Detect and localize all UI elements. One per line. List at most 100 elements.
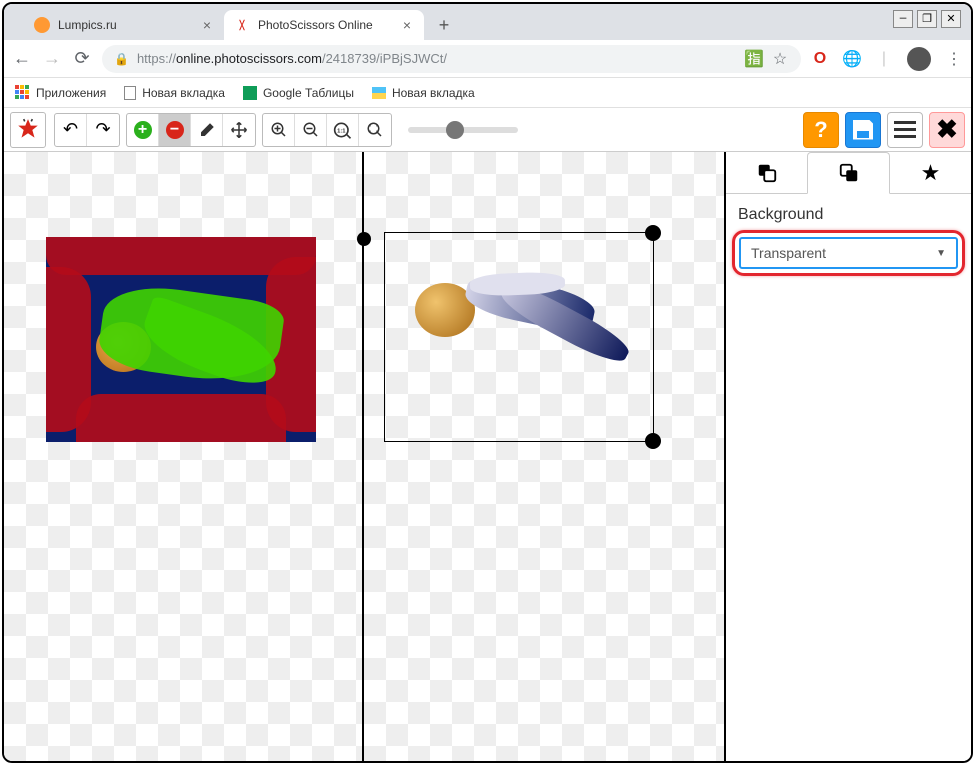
zoom-actual-button[interactable]: 1:1 [327, 114, 359, 146]
window-close-button[interactable]: ✕ [941, 10, 961, 28]
address-bar[interactable]: 🔒 https://online.photoscissors.com/24187… [102, 45, 801, 73]
zoom-out-icon [302, 121, 320, 139]
close-icon[interactable]: × [400, 18, 414, 32]
tab-favorites[interactable]: ★ [890, 152, 971, 193]
star-icon: ★ [921, 160, 941, 186]
background-label: Background [730, 202, 967, 228]
properties-body: Background Transparent ▼ [726, 194, 971, 286]
app-logo-button[interactable] [10, 112, 46, 148]
close-button[interactable]: ✖ [929, 112, 965, 148]
tab-lumpics[interactable]: Lumpics.ru × [24, 10, 224, 40]
hamburger-icon [894, 121, 916, 138]
menu-button[interactable] [887, 112, 923, 148]
zoom-in-button[interactable] [263, 114, 295, 146]
star-icon[interactable]: ☆ [771, 50, 789, 68]
result-image [385, 233, 653, 441]
annotation-highlight: Transparent ▼ [732, 230, 965, 276]
app-toolbar: ↶ ↷ + − 1:1 [4, 108, 971, 152]
profile-avatar[interactable] [907, 47, 931, 71]
extension-icons: O 🌐 | ⋮ [811, 47, 963, 71]
eraser-icon [198, 121, 216, 139]
bookmark-label: Новая вкладка [392, 86, 475, 100]
separator: | [875, 50, 893, 68]
window-controls: — ❐ ✕ [893, 10, 961, 28]
browser-window: — ❐ ✕ Lumpics.ru × PhotoScissors Online … [2, 2, 973, 763]
editor-content: ★ Background Transparent ▼ [4, 152, 971, 761]
lock-icon: 🔒 [114, 52, 129, 66]
bookmark-apps[interactable]: Приложения [14, 85, 106, 101]
properties-panel: ★ Background Transparent ▼ [726, 152, 971, 761]
help-button[interactable]: ? [803, 112, 839, 148]
scissors-icon [234, 17, 250, 33]
tab-title: Lumpics.ru [58, 18, 192, 32]
bookmark-sheets[interactable]: Google Таблицы [243, 86, 354, 100]
plus-circle-icon: + [134, 121, 152, 139]
zoom-out-button[interactable] [295, 114, 327, 146]
apps-grid-icon [14, 85, 30, 101]
chevron-down-icon: ▼ [936, 248, 946, 259]
brush-tools-group: + − [126, 113, 256, 147]
globe-icon[interactable]: 🌐 [843, 50, 861, 68]
zoom-in-icon [270, 121, 288, 139]
orange-circle-icon [34, 17, 50, 33]
eraser-button[interactable] [191, 114, 223, 146]
undo-button[interactable]: ↶ [55, 114, 87, 146]
bookmark-label: Приложения [36, 86, 106, 100]
slider-track [408, 127, 518, 133]
image-icon [372, 87, 386, 99]
floppy-disk-icon [853, 120, 873, 140]
window-maximize-button[interactable]: ❐ [917, 10, 937, 28]
window-minimize-button[interactable]: — [893, 10, 913, 28]
url-text: https://online.photoscissors.com/2418739… [137, 51, 737, 66]
back-button[interactable]: ← [12, 49, 32, 69]
tab-title: PhotoScissors Online [258, 18, 392, 32]
document-icon [124, 86, 136, 100]
background-select[interactable]: Transparent ▼ [739, 237, 958, 269]
new-tab-button[interactable]: + [430, 11, 458, 39]
svg-text:1:1: 1:1 [337, 128, 346, 134]
tab-photoscissors[interactable]: PhotoScissors Online × [224, 10, 424, 40]
save-button[interactable] [845, 112, 881, 148]
minus-circle-icon: − [166, 121, 184, 139]
bookmarks-bar: Приложения Новая вкладка Google Таблицы … [4, 78, 971, 108]
slider-thumb[interactable] [446, 121, 464, 139]
address-bar-row: ← → ⟳ 🔒 https://online.photoscissors.com… [4, 40, 971, 78]
translate-icon[interactable]: 🈯 [745, 50, 763, 68]
toolbar-right: ? ✖ [803, 112, 965, 148]
crop-rectangle[interactable] [384, 232, 654, 442]
forward-button[interactable]: → [42, 49, 62, 69]
background-brush-button[interactable]: − [159, 114, 191, 146]
divider-handle[interactable] [357, 232, 371, 246]
source-image[interactable] [46, 237, 316, 442]
zoom-11-icon: 1:1 [333, 121, 353, 139]
opera-icon[interactable]: O [811, 50, 829, 68]
layers-front-icon [756, 162, 778, 184]
undo-redo-group: ↶ ↷ [54, 113, 120, 147]
zoom-fit-icon [366, 121, 384, 139]
select-value: Transparent [751, 245, 826, 261]
reload-button[interactable]: ⟳ [72, 49, 92, 69]
close-icon[interactable]: × [200, 18, 214, 32]
source-panel [4, 152, 364, 761]
zoom-group: 1:1 [262, 113, 392, 147]
brush-size-slider[interactable] [408, 127, 518, 133]
move-button[interactable] [223, 114, 255, 146]
bookmark-label: Google Таблицы [263, 86, 354, 100]
zoom-fit-button[interactable] [359, 114, 391, 146]
result-panel [364, 152, 726, 761]
bookmark-newtab1[interactable]: Новая вкладка [124, 86, 225, 100]
foreground-brush-button[interactable]: + [127, 114, 159, 146]
bookmark-label: Новая вкладка [142, 86, 225, 100]
kebab-menu-icon[interactable]: ⋮ [945, 50, 963, 68]
star-scissors-icon [15, 117, 41, 143]
sheets-icon [243, 86, 257, 100]
bg-mask [76, 394, 286, 442]
bookmark-newtab2[interactable]: Новая вкладка [372, 86, 475, 100]
move-arrows-icon [230, 121, 248, 139]
properties-tabs: ★ [726, 152, 971, 194]
layers-back-icon [838, 162, 860, 184]
redo-button[interactable]: ↷ [87, 114, 119, 146]
tab-foreground[interactable] [726, 152, 807, 193]
tab-background[interactable] [807, 152, 890, 194]
browser-tabs: Lumpics.ru × PhotoScissors Online × + [4, 4, 971, 40]
